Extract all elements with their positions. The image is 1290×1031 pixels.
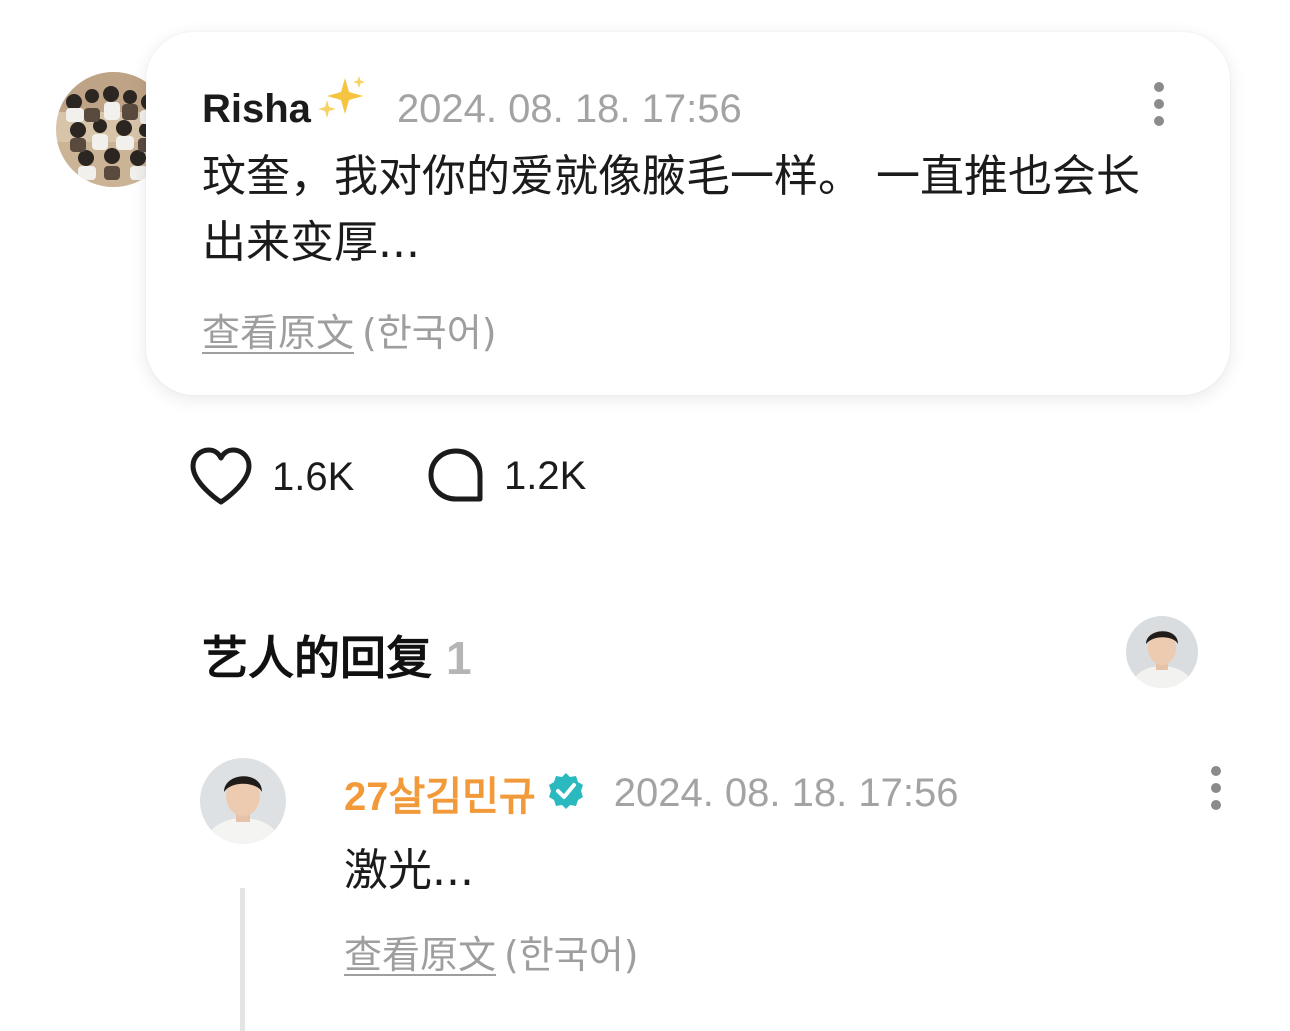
post-username[interactable]: Risha (202, 87, 311, 132)
sparkles-icon (315, 74, 367, 126)
artist-replies-title: 艺人的回复 (202, 631, 432, 685)
fan-post-card: Risha 2024. 08. 18. 17:56 玟奎，我对你的爱就像腋毛一样… (146, 32, 1230, 395)
reply-view-original-link[interactable]: 查看原文 (344, 933, 496, 977)
heart-icon (190, 447, 252, 505)
artist-replies-count: 1 (446, 632, 472, 684)
artist-avatar-small[interactable] (1126, 616, 1198, 688)
reply-header: 27살김민규 2024. 08. 18. 17:56 (344, 764, 958, 822)
reply-translate-row: 查看原文 (한국어) (344, 924, 639, 979)
like-button[interactable]: 1.6K (188, 446, 354, 508)
comment-count: 1.2K (504, 453, 587, 498)
comment-bubble-icon (428, 448, 483, 502)
post-header: Risha 2024. 08. 18. 17:56 (202, 74, 742, 132)
reply-original-language: (한국어) (504, 933, 639, 977)
post-more-icon[interactable] (1147, 76, 1171, 132)
artist-avatar-image (200, 758, 286, 844)
artist-replies-header: 艺人的回复 1 (202, 622, 472, 688)
reply-more-icon[interactable] (1204, 760, 1228, 816)
page: Risha 2024. 08. 18. 17:56 玟奎，我对你的爱就像腋毛一样… (0, 0, 1290, 1031)
post-original-language: (한국어) (362, 311, 497, 355)
reply-timestamp: 2024. 08. 18. 17:56 (613, 770, 959, 815)
comment-button[interactable]: 1.2K (426, 446, 586, 506)
artist-avatar[interactable] (200, 758, 286, 844)
like-count: 1.6K (272, 454, 355, 499)
post-view-original-link[interactable]: 查看原文 (202, 311, 354, 355)
post-timestamp: 2024. 08. 18. 17:56 (396, 87, 742, 131)
reply-username[interactable]: 27살김민규 (344, 764, 536, 822)
post-translate-row: 查看原文 (한국어) (202, 302, 497, 357)
post-text: 玟奎，我对你的爱就像腋毛一样。 一直推也会长出来变厚... (202, 151, 1140, 268)
reply-text: 激光... (344, 845, 474, 896)
verified-badge-icon (546, 771, 586, 815)
reply-thread-line (240, 888, 245, 1031)
artist-avatar-small-image (1126, 616, 1198, 688)
